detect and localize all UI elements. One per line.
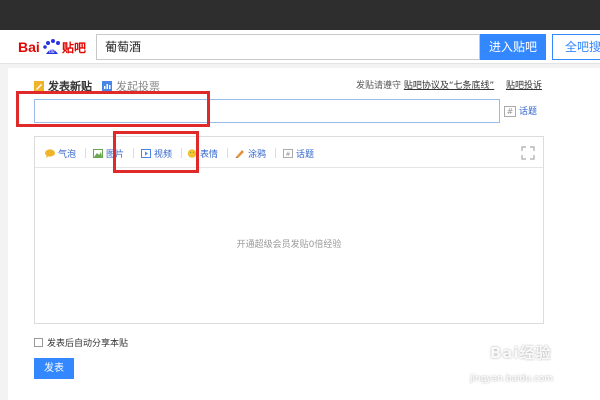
watermark-text: Bai经验 bbox=[490, 344, 552, 362]
svg-text:#: # bbox=[286, 151, 291, 158]
header-bar: Bai du 贴吧 葡萄酒 进入贴吧 全吧搜索 bbox=[0, 30, 600, 64]
search-all-button[interactable]: 全吧搜索 bbox=[552, 34, 600, 60]
vote-icon bbox=[102, 81, 112, 91]
share-checkbox[interactable] bbox=[34, 338, 43, 347]
search-input[interactable]: 葡萄酒 bbox=[96, 34, 480, 60]
notice-prefix: 发贴请遵守 bbox=[356, 81, 402, 91]
toolbar-divider bbox=[85, 148, 86, 158]
toolbar-bubble[interactable]: 气泡 bbox=[45, 147, 76, 160]
topic-icon: # bbox=[283, 149, 293, 158]
editor-toolbar: 气泡 图片 视频 表情 涂鸦 # 话题 bbox=[35, 137, 543, 168]
post-editor[interactable]: 气泡 图片 视频 表情 涂鸦 # 话题 开通超级会员发贴0倍经验 bbox=[34, 136, 544, 324]
pencil-icon bbox=[34, 81, 44, 91]
highlight-box-title bbox=[16, 91, 210, 127]
svg-text:贴吧: 贴吧 bbox=[62, 40, 86, 55]
toolbar-topic-label: 话题 bbox=[296, 150, 315, 160]
agreement-link[interactable]: 贴吧协议及“七条底线” bbox=[404, 81, 494, 91]
watermark-url: jingyan.baidu.com bbox=[470, 374, 554, 384]
toolbar-divider bbox=[227, 148, 228, 158]
toolbar-doodle[interactable]: 涂鸦 bbox=[235, 147, 266, 160]
topic-link[interactable]: # 话题 bbox=[504, 104, 537, 117]
svg-text:Bai: Bai bbox=[18, 39, 40, 55]
complaint-link[interactable]: 贴吧投诉 bbox=[506, 78, 542, 91]
toolbar-divider bbox=[275, 148, 276, 158]
toolbar-bubble-label: 气泡 bbox=[58, 150, 77, 160]
image-icon bbox=[93, 149, 103, 158]
posting-notice: 发贴请遵守 贴吧协议及“七条底线” bbox=[356, 78, 494, 91]
baidu-tieba-logo[interactable]: Bai du 贴吧 bbox=[18, 36, 96, 58]
top-dark-bar bbox=[0, 0, 600, 30]
submit-post-button[interactable]: 发表 bbox=[34, 358, 74, 379]
bubble-icon bbox=[45, 149, 55, 158]
svg-text:du: du bbox=[49, 49, 55, 55]
toolbar-emoji-label: 表情 bbox=[200, 150, 219, 160]
share-option[interactable]: 发表后自动分享本贴 bbox=[34, 336, 128, 349]
highlight-box-video bbox=[113, 131, 199, 173]
share-option-label: 发表后自动分享本贴 bbox=[47, 339, 129, 349]
topic-link-label: 话题 bbox=[519, 107, 538, 117]
toolbar-topic[interactable]: # 话题 bbox=[283, 147, 314, 160]
hash-icon: # bbox=[504, 106, 516, 117]
toolbar-doodle-label: 涂鸦 bbox=[248, 150, 267, 160]
baidu-jingyan-watermark: Bai经验 jingyan.baidu.com bbox=[462, 340, 592, 396]
expand-icon[interactable] bbox=[521, 146, 535, 163]
enter-tieba-button[interactable]: 进入贴吧 bbox=[480, 34, 546, 60]
editor-placeholder: 开通超级会员发贴0倍经验 bbox=[236, 240, 342, 250]
doodle-icon bbox=[235, 149, 245, 159]
